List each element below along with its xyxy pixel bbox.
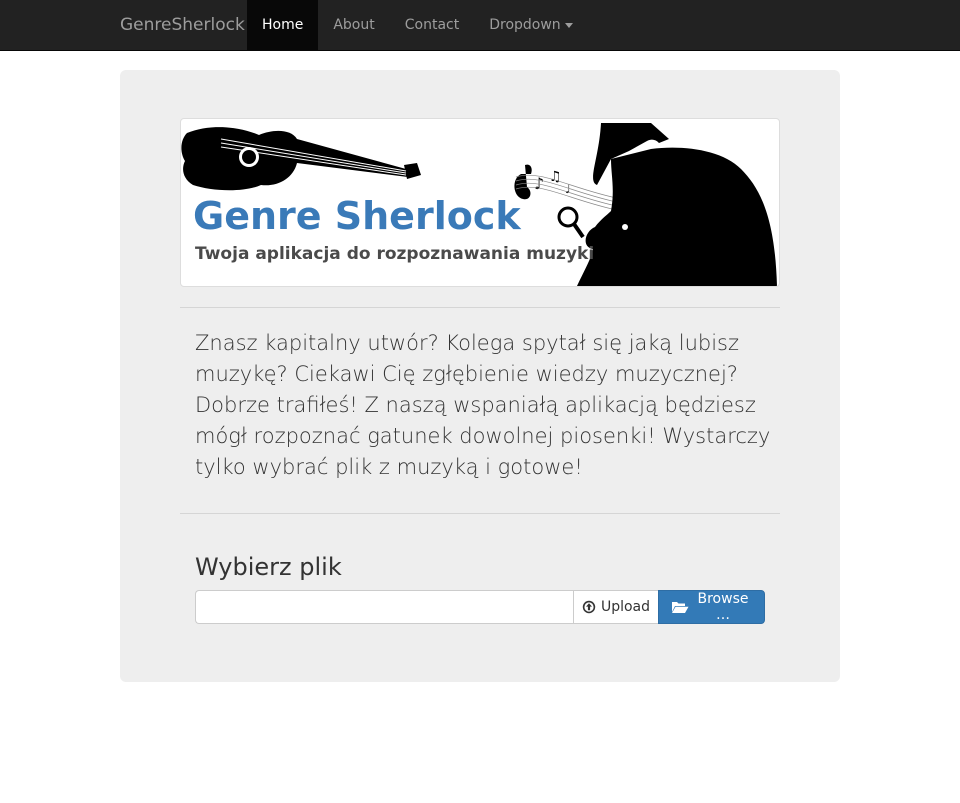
nav-item-dropdown[interactable]: Dropdown xyxy=(474,0,587,50)
navbar-brand[interactable]: GenreSherlock xyxy=(120,0,245,50)
file-name-input[interactable] xyxy=(195,590,573,624)
file-input-group: Upload Browse … xyxy=(195,590,765,624)
banner-subtitle: Twoja aplikacja do rozpoznawania muzyki xyxy=(195,244,594,264)
nav-item-about[interactable]: About xyxy=(318,0,389,50)
divider xyxy=(180,513,780,514)
folder-open-icon xyxy=(671,600,689,614)
browse-button[interactable]: Browse … xyxy=(658,590,765,624)
upload-button-label: Upload xyxy=(600,599,651,615)
banner-illustration: ♪ ♫ ♩ Genre Sherlock Twoja aplikacja do … xyxy=(181,123,777,286)
nav-item-home[interactable]: Home xyxy=(247,0,319,50)
caret-down-icon xyxy=(564,22,573,28)
navbar: GenreSherlock Home About Contact Dropdow… xyxy=(0,0,960,51)
banner-title: Genre Sherlock xyxy=(193,194,521,238)
lead-paragraph: Znasz kapitalny utwór? Kolega spytał się… xyxy=(195,331,771,479)
sherlock-silhouette-icon xyxy=(577,123,777,286)
jumbotron: ♪ ♫ ♩ Genre Sherlock Twoja aplikacja do … xyxy=(120,70,840,682)
file-picker-heading: Wybierz plik xyxy=(195,553,342,581)
circle-arrow-up-icon xyxy=(582,600,596,614)
browse-button-label: Browse … xyxy=(697,591,749,623)
banner-image: ♪ ♫ ♩ Genre Sherlock Twoja aplikacja do … xyxy=(180,118,780,287)
upload-button[interactable]: Upload xyxy=(573,590,658,624)
navbar-menu: Home About Contact Dropdown xyxy=(247,0,588,50)
nav-item-dropdown-label: Dropdown xyxy=(489,17,561,33)
nav-item-contact[interactable]: Contact xyxy=(390,0,474,50)
magnifying-glass-icon xyxy=(557,206,585,239)
divider xyxy=(180,307,780,308)
